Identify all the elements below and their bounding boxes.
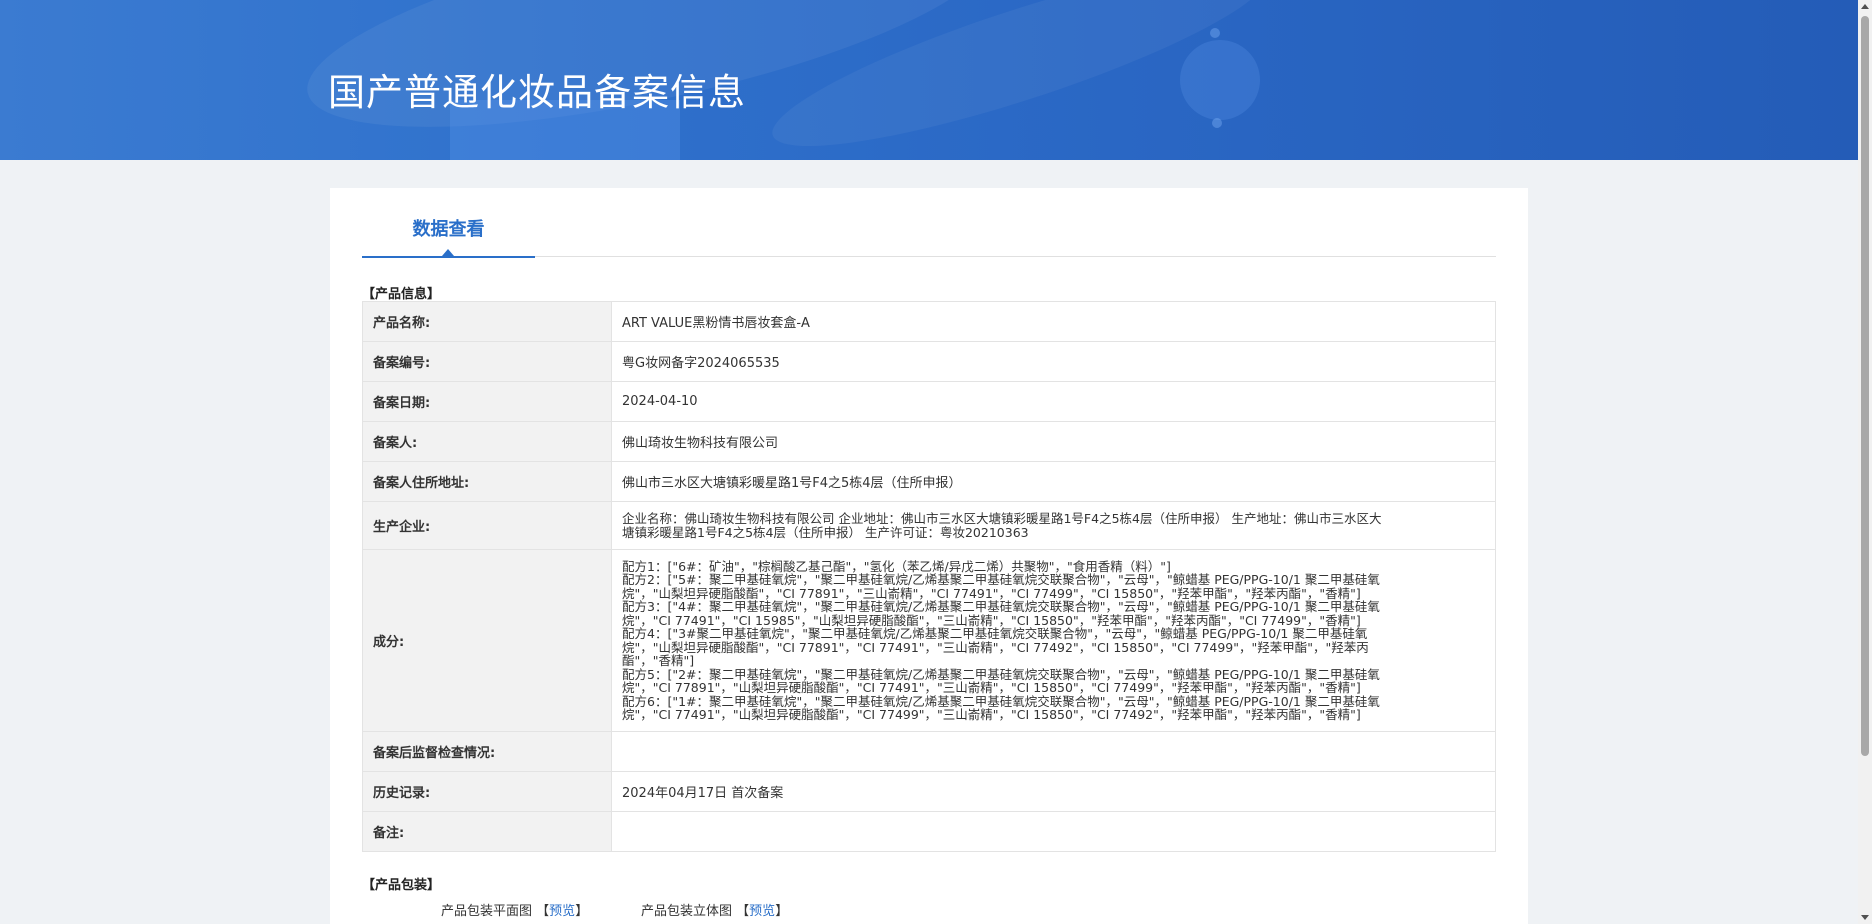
row-key: 备案人住所地址: (362, 461, 612, 502)
tab-data-view[interactable]: 数据查看 (362, 216, 535, 258)
row-key: 历史记录: (362, 771, 612, 812)
row-key: 生产企业: (362, 501, 612, 550)
row-key: 产品名称: (362, 301, 612, 342)
packaging-flat-label: 产品包装平面图 (441, 904, 533, 919)
row-value-cell: 企业名称：佛山琦妆生物科技有限公司 企业地址：佛山市三水区大塘镇彩暖星路1号F4… (611, 501, 1496, 550)
table-row: 备案编号: 粤G妆网备字2024065535 (362, 341, 1496, 382)
table-row: 备案日期: 2024-04-10 (362, 381, 1496, 422)
banner-decoration (1210, 28, 1220, 38)
packaging-solid-label: 产品包装立体图 (641, 904, 733, 919)
row-value (611, 811, 1496, 852)
scrollbar-thumb[interactable] (1861, 16, 1869, 756)
packaging-flat: 产品包装平面图 【预览】 (441, 900, 588, 919)
row-value: 配方1：["6#：矿油"，"棕榈酸乙基己酯"，"氢化（苯乙烯/异戊二烯）共聚物"… (622, 558, 1380, 722)
bracket-open: 【 (736, 904, 750, 919)
row-value: 企业名称：佛山琦妆生物科技有限公司 企业地址：佛山市三水区大塘镇彩暖星路1号F4… (622, 511, 1382, 540)
row-key: 备案人: (362, 421, 612, 462)
preview-solid-link[interactable]: 预览 (749, 904, 775, 919)
bracket-close: 】 (575, 904, 589, 919)
table-row: 产品名称: ART VALUE黑粉情书唇妆套盒-A (362, 301, 1496, 342)
tab-caret-icon (442, 249, 454, 256)
vertical-scrollbar[interactable] (1858, 0, 1872, 924)
scroll-up-icon[interactable] (1861, 4, 1869, 9)
row-key: 成分: (362, 549, 612, 732)
row-value: 佛山市三水区大塘镇彩暖星路1号F4之5栋4层（住所申报） (611, 461, 1496, 502)
preview-flat-link[interactable]: 预览 (549, 904, 575, 919)
row-value: 2024-04-10 (611, 381, 1496, 422)
table-row: 历史记录: 2024年04月17日 首次备案 (362, 771, 1496, 812)
row-key: 备注: (362, 811, 612, 852)
product-info-table: 产品名称: ART VALUE黑粉情书唇妆套盒-A 备案编号: 粤G妆网备字20… (362, 301, 1496, 852)
row-value: 2024年04月17日 首次备案 (611, 771, 1496, 812)
table-row: 备案人: 佛山琦妆生物科技有限公司 (362, 421, 1496, 462)
row-key: 备案编号: (362, 341, 612, 382)
table-row: 备案人住所地址: 佛山市三水区大塘镇彩暖星路1号F4之5栋4层（住所申报） (362, 461, 1496, 502)
bracket-close: 】 (775, 904, 789, 919)
bracket-open: 【 (536, 904, 550, 919)
section-title-packaging: 【产品包装】 (362, 878, 441, 893)
row-key: 备案日期: (362, 381, 612, 422)
packaging-solid: 产品包装立体图 【预览】 (641, 900, 788, 919)
row-value-cell: 配方1：["6#：矿油"，"棕榈酸乙基己酯"，"氢化（苯乙烯/异戊二烯）共聚物"… (611, 549, 1496, 732)
row-value: ART VALUE黑粉情书唇妆套盒-A (611, 301, 1496, 342)
scroll-down-icon[interactable] (1861, 915, 1869, 920)
banner-decoration (1212, 118, 1222, 128)
page-title: 国产普通化妆品备案信息 (328, 71, 746, 114)
table-row: 生产企业: 企业名称：佛山琦妆生物科技有限公司 企业地址：佛山市三水区大塘镇彩暖… (362, 501, 1496, 550)
table-row: 备案后监督检查情况: (362, 731, 1496, 772)
row-key: 备案后监督检查情况: (362, 731, 612, 772)
row-value (611, 731, 1496, 772)
table-row: 成分: 配方1：["6#：矿油"，"棕榈酸乙基己酯"，"氢化（苯乙烯/异戊二烯）… (362, 549, 1496, 732)
banner-decoration (1180, 40, 1260, 120)
section-title-product-info: 【产品信息】 (362, 287, 441, 302)
tab-label: 数据查看 (412, 219, 485, 240)
tab-bar: 数据查看 (362, 216, 1496, 258)
row-value: 佛山琦妆生物科技有限公司 (611, 421, 1496, 462)
table-row: 备注: (362, 811, 1496, 852)
content-panel: 数据查看 【产品信息】 产品名称: ART VALUE黑粉情书唇妆套盒-A 备案… (330, 188, 1528, 924)
header-banner: 国产普通化妆品备案信息 (0, 0, 1858, 160)
row-value: 粤G妆网备字2024065535 (611, 341, 1496, 382)
